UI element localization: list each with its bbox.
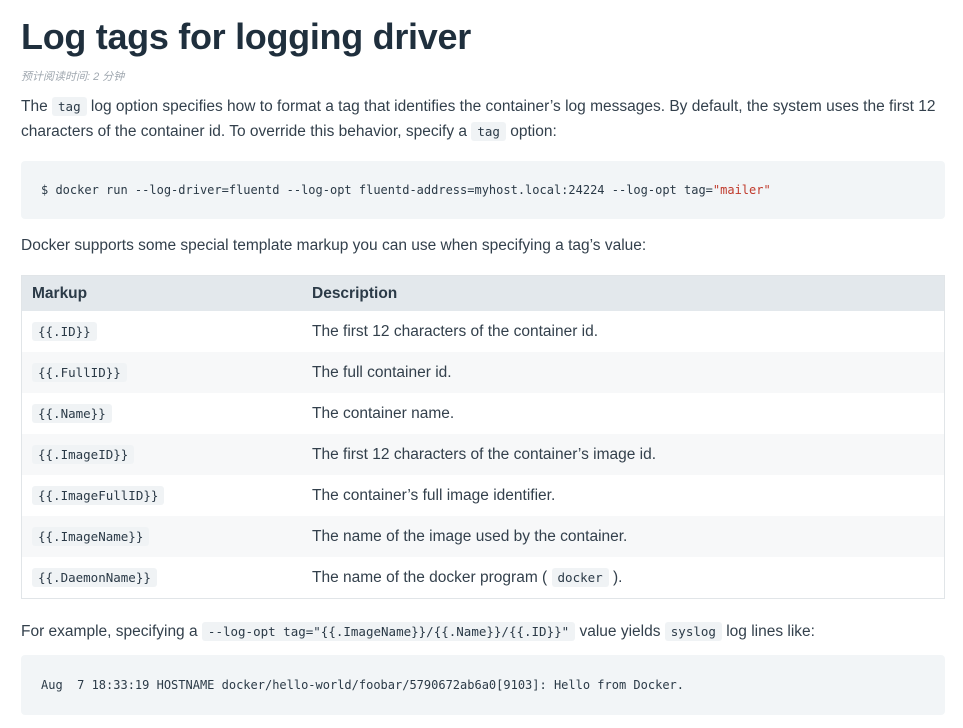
- markup-description: The first 12 characters of the container…: [292, 434, 945, 475]
- header-description: Description: [292, 275, 945, 311]
- markup-code: {{.ID}}: [32, 321, 97, 341]
- code-string: "mailer": [712, 183, 771, 197]
- table-row: {{.ID}} The first 12 characters of the c…: [22, 311, 945, 352]
- reading-time: 预计阅读时间: 2 分钟: [21, 71, 125, 83]
- code-block-docker-run[interactable]: $ docker run --log-driver=fluentd --log-…: [21, 161, 945, 219]
- markup-code: {{.ImageName}}: [32, 526, 150, 546]
- description-text: The name of the docker program (: [312, 568, 548, 586]
- code-command: $ docker run --log-driver=fluentd --log-…: [41, 183, 713, 197]
- example-paragraph: For example, specifying a --log-opt tag=…: [21, 619, 945, 644]
- example-text-1: For example, specifying a: [21, 623, 202, 640]
- markup-table: Markup Description {{.ID}} The first 12 …: [21, 275, 945, 599]
- markup-code: {{.ImageID}}: [32, 444, 135, 464]
- intro-text-1: The: [21, 98, 53, 115]
- example-text-3: log lines like:: [721, 623, 815, 640]
- code-block-syslog-output[interactable]: Aug 7 18:33:19 HOSTNAME docker/hello-wor…: [21, 655, 945, 715]
- markup-code: {{.DaemonName}}: [32, 567, 157, 587]
- example-text-2: value yields: [575, 623, 665, 640]
- intro-paragraph: The tag log option specifies how to form…: [21, 94, 945, 144]
- page-title: Log tags for logging driver: [21, 16, 471, 57]
- inline-code-tag: tag: [52, 97, 87, 116]
- article: Log tags for logging driver 预计阅读时间: 2 分钟…: [0, 0, 963, 715]
- markup-description: The container name.: [312, 404, 455, 422]
- markup-code: {{.FullID}}: [32, 362, 127, 382]
- inline-code-tag-option: tag: [471, 122, 506, 141]
- inline-code-syslog: syslog: [664, 622, 722, 641]
- table-row: {{.ImageName}} The name of the image use…: [21, 516, 945, 557]
- markup-description: The first 12 characters of the container…: [312, 322, 599, 340]
- table-row: {{.ImageFullID}} The container’s full im…: [22, 475, 945, 516]
- table-row: {{.DaemonName}} The name of the docker p…: [22, 557, 945, 599]
- markup-description: The name of the docker program ( docker …: [292, 557, 945, 599]
- table-row: {{.Name}} The container name.: [22, 393, 945, 434]
- description-text: ).: [612, 568, 623, 586]
- table-header-row: Markup Description: [21, 275, 945, 311]
- markup-description: The full container id.: [292, 352, 945, 393]
- markup-code: {{.Name}}: [32, 403, 112, 423]
- support-paragraph: Docker supports some special template ma…: [21, 237, 647, 254]
- markup-description: The name of the image used by the contai…: [292, 516, 945, 557]
- inline-code-docker: docker: [551, 567, 609, 587]
- markup-description: The container’s full image identifier.: [312, 486, 556, 504]
- header-markup: Markup: [21, 275, 292, 311]
- markup-code: {{.ImageFullID}}: [32, 485, 165, 505]
- table-row: {{.FullID}} The full container id.: [21, 352, 945, 393]
- intro-text-3: option:: [505, 123, 557, 140]
- inline-code-log-opt: --log-opt tag="{{.ImageName}}/{{.Name}}/…: [201, 622, 576, 641]
- table-row: {{.ImageID}} The first 12 characters of …: [21, 434, 945, 475]
